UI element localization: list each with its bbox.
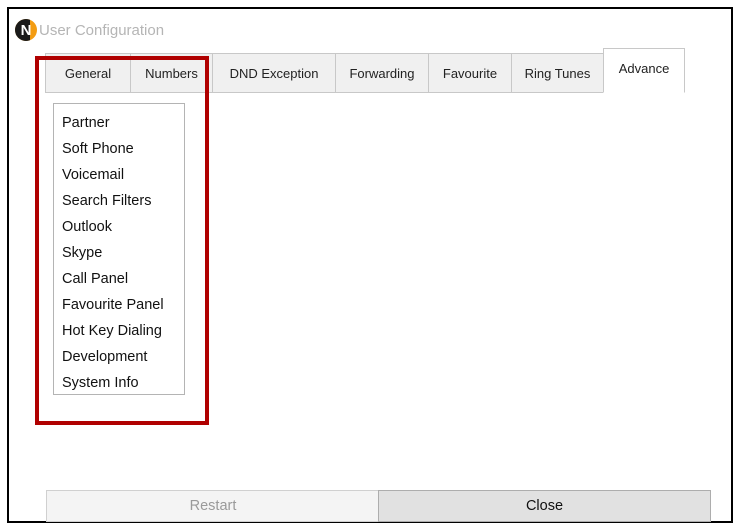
- list-item-hot-key-dialing[interactable]: Hot Key Dialing: [54, 318, 184, 344]
- list-item-search-filters[interactable]: Search Filters: [54, 188, 184, 214]
- list-item-soft-phone[interactable]: Soft Phone: [54, 136, 184, 162]
- tab-general[interactable]: General: [45, 53, 131, 93]
- list-item-call-panel[interactable]: Call Panel: [54, 266, 184, 292]
- list-item-partner[interactable]: Partner: [54, 110, 184, 136]
- tab-advance[interactable]: Advance: [603, 48, 685, 93]
- list-item-favourite-panel[interactable]: Favourite Panel: [54, 292, 184, 318]
- tab-numbers[interactable]: Numbers: [130, 53, 213, 93]
- list-item-development[interactable]: Development: [54, 344, 184, 370]
- tab-favourite[interactable]: Favourite: [428, 53, 512, 93]
- list-item-voicemail[interactable]: Voicemail: [54, 162, 184, 188]
- restart-button[interactable]: Restart: [46, 490, 380, 522]
- tab-forwarding[interactable]: Forwarding: [335, 53, 429, 93]
- titlebar: N User Configuration: [15, 17, 164, 43]
- app-logo-icon: N: [15, 19, 37, 41]
- tab-dnd-exception[interactable]: DND Exception: [212, 53, 336, 93]
- window-title: User Configuration: [39, 21, 165, 39]
- list-item-system-info[interactable]: System Info: [54, 370, 184, 396]
- list-item-skype[interactable]: Skype: [54, 240, 184, 266]
- tab-ring-tunes[interactable]: Ring Tunes: [511, 53, 604, 93]
- list-item-outlook[interactable]: Outlook: [54, 214, 184, 240]
- logo-letter: N: [20, 21, 32, 39]
- tab-bar: General Numbers DND Exception Forwarding…: [45, 48, 685, 93]
- advance-settings-list: Partner Soft Phone Voicemail Search Filt…: [53, 103, 185, 395]
- close-button[interactable]: Close: [378, 490, 711, 522]
